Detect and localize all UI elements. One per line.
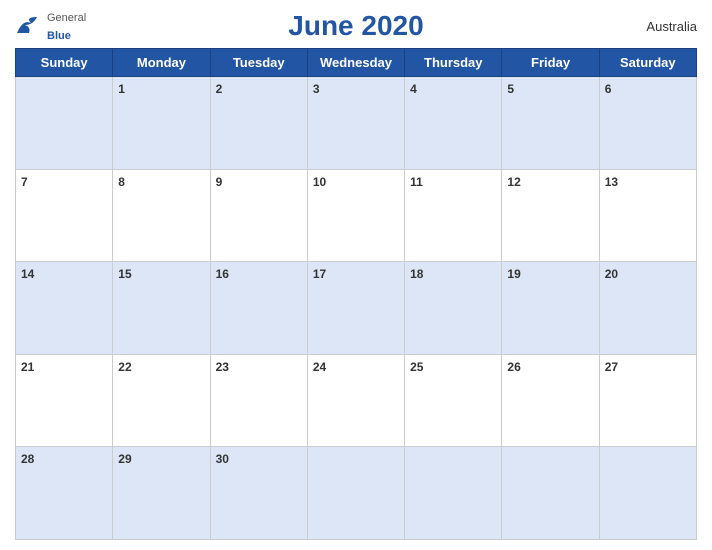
calendar-cell: 7	[16, 169, 113, 262]
day-number: 9	[216, 175, 223, 189]
calendar-cell: 9	[210, 169, 307, 262]
calendar-cell: 13	[599, 169, 696, 262]
week-row-5: 28 29 30	[16, 447, 697, 540]
calendar-cell: 24	[307, 354, 404, 447]
day-number: 6	[605, 82, 612, 96]
day-header-tuesday: Tuesday	[210, 49, 307, 77]
day-number: 27	[605, 360, 618, 374]
day-number: 19	[507, 267, 520, 281]
calendar-cell: 27	[599, 354, 696, 447]
day-number: 4	[410, 82, 417, 96]
day-header-monday: Monday	[113, 49, 210, 77]
day-number: 28	[21, 452, 34, 466]
calendar-header: General Blue June 2020 Australia	[15, 10, 697, 42]
calendar-header-row: SundayMondayTuesdayWednesdayThursdayFrid…	[16, 49, 697, 77]
calendar-cell	[405, 447, 502, 540]
day-number: 23	[216, 360, 229, 374]
calendar-cell: 23	[210, 354, 307, 447]
calendar-table: SundayMondayTuesdayWednesdayThursdayFrid…	[15, 48, 697, 540]
day-header-thursday: Thursday	[405, 49, 502, 77]
day-number: 10	[313, 175, 326, 189]
calendar-cell: 8	[113, 169, 210, 262]
logo-text: General Blue	[47, 8, 86, 44]
day-number: 20	[605, 267, 618, 281]
week-row-1: 1 2 3 4 5 6	[16, 77, 697, 170]
day-number: 26	[507, 360, 520, 374]
calendar-cell: 22	[113, 354, 210, 447]
day-header-wednesday: Wednesday	[307, 49, 404, 77]
week-row-4: 21 22 23 24 25 26 27	[16, 354, 697, 447]
country-label: Australia	[646, 19, 697, 34]
calendar-cell: 4	[405, 77, 502, 170]
calendar-cell: 29	[113, 447, 210, 540]
day-header-friday: Friday	[502, 49, 599, 77]
day-number: 1	[118, 82, 125, 96]
calendar-cell: 3	[307, 77, 404, 170]
day-number: 15	[118, 267, 131, 281]
calendar-cell	[307, 447, 404, 540]
day-headers: SundayMondayTuesdayWednesdayThursdayFrid…	[16, 49, 697, 77]
calendar-cell	[16, 77, 113, 170]
logo-general: General	[47, 12, 86, 24]
calendar-cell	[599, 447, 696, 540]
logo-blue: Blue	[47, 30, 71, 42]
day-number: 13	[605, 175, 618, 189]
week-row-2: 7 8 9 10 11 12 13	[16, 169, 697, 262]
day-number: 18	[410, 267, 423, 281]
week-row-3: 14 15 16 17 18 19 20	[16, 262, 697, 355]
calendar-cell	[502, 447, 599, 540]
day-number: 16	[216, 267, 229, 281]
calendar-cell: 18	[405, 262, 502, 355]
calendar-cell: 26	[502, 354, 599, 447]
calendar-cell: 30	[210, 447, 307, 540]
day-number: 29	[118, 452, 131, 466]
calendar-cell: 21	[16, 354, 113, 447]
logo-bird-icon	[15, 15, 43, 37]
day-number: 12	[507, 175, 520, 189]
calendar-cell: 28	[16, 447, 113, 540]
day-number: 21	[21, 360, 34, 374]
day-number: 5	[507, 82, 514, 96]
calendar-title: June 2020	[288, 10, 423, 42]
day-number: 3	[313, 82, 320, 96]
day-header-saturday: Saturday	[599, 49, 696, 77]
calendar-cell: 25	[405, 354, 502, 447]
day-number: 25	[410, 360, 423, 374]
calendar-cell: 14	[16, 262, 113, 355]
calendar-cell: 10	[307, 169, 404, 262]
day-number: 17	[313, 267, 326, 281]
day-number: 24	[313, 360, 326, 374]
calendar-cell: 2	[210, 77, 307, 170]
calendar-cell: 15	[113, 262, 210, 355]
calendar-cell: 11	[405, 169, 502, 262]
calendar-cell: 16	[210, 262, 307, 355]
calendar-cell: 6	[599, 77, 696, 170]
day-number: 2	[216, 82, 223, 96]
calendar-cell: 5	[502, 77, 599, 170]
day-number: 22	[118, 360, 131, 374]
day-header-sunday: Sunday	[16, 49, 113, 77]
calendar-cell: 1	[113, 77, 210, 170]
day-number: 14	[21, 267, 34, 281]
day-number: 11	[410, 175, 423, 189]
day-number: 30	[216, 452, 229, 466]
calendar-cell: 17	[307, 262, 404, 355]
day-number: 7	[21, 175, 28, 189]
calendar-body: 1234567891011121314151617181920212223242…	[16, 77, 697, 540]
calendar-cell: 20	[599, 262, 696, 355]
calendar-cell: 12	[502, 169, 599, 262]
calendar-cell: 19	[502, 262, 599, 355]
day-number: 8	[118, 175, 125, 189]
logo: General Blue	[15, 8, 86, 44]
